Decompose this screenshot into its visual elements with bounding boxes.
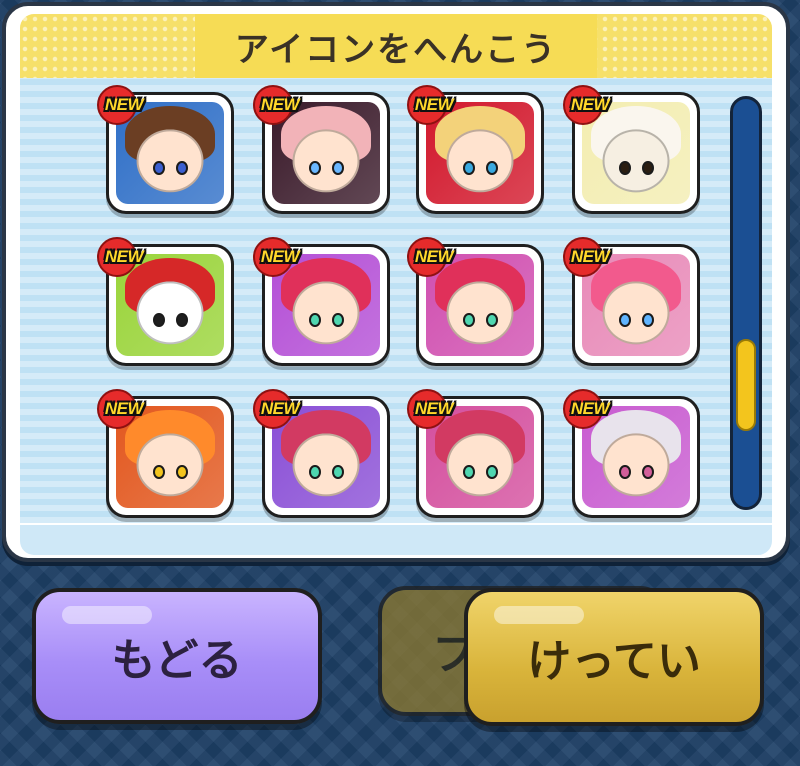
- icon-eye: [152, 465, 165, 480]
- icon-face: [292, 281, 360, 345]
- new-badge: NEW: [559, 389, 621, 429]
- icon-tile[interactable]: NEW: [407, 237, 544, 366]
- new-badge-label: NEW: [104, 95, 144, 114]
- icon-face: [602, 281, 670, 345]
- new-badge: NEW: [403, 85, 465, 125]
- new-badge-label: NEW: [570, 247, 610, 266]
- new-badge-label: NEW: [260, 247, 300, 266]
- new-badge-label: NEW: [104, 247, 144, 266]
- icon-tile[interactable]: NEW: [563, 389, 700, 518]
- icon-tile[interactable]: NEW: [407, 389, 544, 518]
- icon-eye: [618, 465, 631, 480]
- icon-eye: [308, 161, 321, 176]
- icon-face: [446, 433, 514, 497]
- icon-tile[interactable]: NEW: [97, 389, 234, 518]
- new-badge-label: NEW: [414, 95, 454, 114]
- confirm-button[interactable]: けってい: [464, 588, 764, 726]
- new-badge-label: NEW: [570, 95, 610, 114]
- icon-grid[interactable]: NEW NEW NEW NEW NEW NEW NEW NEW NEW NEW NEW NEW: [20, 78, 772, 523]
- new-badge-label: NEW: [260, 399, 300, 418]
- new-badge-label: NEW: [414, 399, 454, 418]
- scrollbar-thumb[interactable]: [736, 339, 756, 431]
- new-badge: NEW: [249, 237, 311, 277]
- icon-eye: [462, 465, 475, 480]
- button-shine: [494, 606, 584, 624]
- icon-eye: [308, 313, 321, 328]
- icon-face: [602, 433, 670, 497]
- new-badge: NEW: [559, 85, 621, 125]
- icon-face: [136, 281, 204, 345]
- back-button-label: もどる: [111, 635, 243, 686]
- icon-eye: [618, 313, 631, 328]
- confirm-button-label: けってい: [527, 636, 701, 687]
- icon-tile[interactable]: NEW: [563, 85, 700, 214]
- new-badge: NEW: [559, 237, 621, 277]
- new-badge: NEW: [93, 237, 155, 277]
- new-badge-label: NEW: [104, 399, 144, 418]
- title-bar: アイコンをへんこう: [20, 14, 772, 78]
- icon-tile[interactable]: NEW: [253, 85, 390, 214]
- icon-tile[interactable]: NEW: [253, 237, 390, 366]
- change-icon-dialog: アイコンをへんこう NEW NEW NEW NEW NEW NEW NEW NEW NEW NEW…: [2, 2, 790, 562]
- icon-eye: [152, 161, 165, 176]
- icon-face: [136, 129, 204, 193]
- new-badge: NEW: [403, 237, 465, 277]
- icon-tile[interactable]: NEW: [97, 85, 234, 214]
- new-badge-label: NEW: [414, 247, 454, 266]
- new-badge-label: NEW: [260, 95, 300, 114]
- icon-eye: [462, 313, 475, 328]
- icon-face: [446, 281, 514, 345]
- icon-face: [292, 433, 360, 497]
- icon-face: [292, 129, 360, 193]
- new-badge: NEW: [93, 389, 155, 429]
- new-badge: NEW: [93, 85, 155, 125]
- icon-eye: [462, 161, 475, 176]
- new-badge: NEW: [403, 389, 465, 429]
- icon-face: [136, 433, 204, 497]
- icon-tile[interactable]: NEW: [563, 237, 700, 366]
- icon-eye: [308, 465, 321, 480]
- icon-tile[interactable]: NEW: [253, 389, 390, 518]
- icon-eye: [618, 161, 631, 176]
- new-badge: NEW: [249, 389, 311, 429]
- title-banner: アイコンをへんこう: [194, 14, 598, 78]
- scrollbar-track[interactable]: [730, 96, 762, 510]
- icon-tile[interactable]: NEW: [97, 237, 234, 366]
- icon-face: [446, 129, 514, 193]
- back-button[interactable]: もどる: [32, 588, 322, 724]
- icon-eye: [152, 313, 165, 328]
- new-badge: NEW: [249, 85, 311, 125]
- dialog-title: アイコンをへんこう: [234, 29, 558, 70]
- icon-face: [602, 129, 670, 193]
- button-shine: [62, 606, 152, 624]
- icon-tile[interactable]: NEW: [407, 85, 544, 214]
- new-badge-label: NEW: [570, 399, 610, 418]
- grid-footer: [20, 523, 772, 555]
